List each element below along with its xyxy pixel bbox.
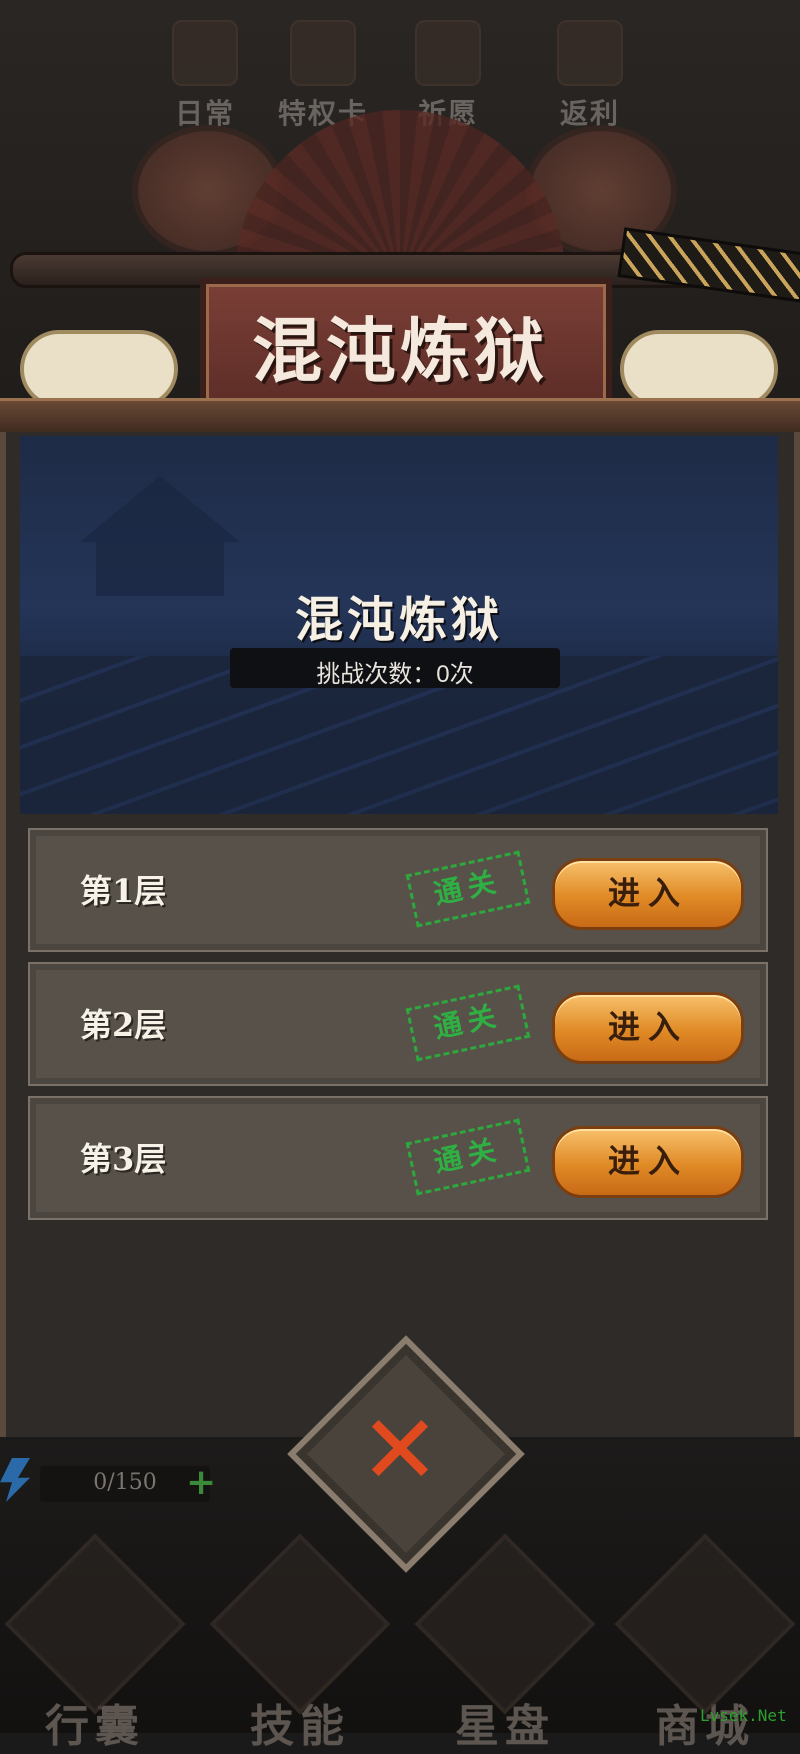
star-chart-icon [414, 1533, 596, 1715]
stage-title: 混沌炼狱 [294, 592, 503, 648]
cleared-stamp: 通关 [405, 984, 531, 1062]
scroll-icon [172, 20, 238, 86]
bag-icon [4, 1533, 186, 1715]
treasure-chest-icon [557, 20, 623, 86]
tab-daily[interactable]: 日常 [155, 20, 255, 130]
nav-skills[interactable]: 技能 [205, 1533, 395, 1752]
castle-silhouette [80, 476, 240, 596]
add-energy-button[interactable]: + [186, 1462, 216, 1503]
floor-row: 第2层 通关 进入 [28, 962, 768, 1086]
enter-button[interactable]: 进入 [552, 1126, 744, 1198]
card-icon [290, 20, 356, 86]
close-button[interactable]: ✕ [330, 1380, 470, 1520]
shrine-icon [415, 20, 481, 86]
floor-label: 第2层 [80, 1006, 167, 1044]
energy-value: 0/150 [93, 1470, 157, 1495]
nav-star-chart[interactable]: 星盘 [410, 1533, 600, 1752]
watermark: Lvsek.Net [700, 1706, 787, 1725]
cloud-decoration-right [620, 330, 778, 408]
tab-privilege-card[interactable]: 特权卡 [273, 20, 373, 130]
cleared-stamp: 通关 [405, 1118, 531, 1196]
cleared-stamp: 通关 [405, 850, 531, 928]
skills-icon [209, 1533, 391, 1715]
nav-bag[interactable]: 行囊 [0, 1533, 190, 1752]
banner-title: 混沌炼狱 [252, 309, 548, 392]
challenge-count: 挑战次数：0次 [316, 661, 474, 688]
floor-label: 第3层 [80, 1140, 167, 1178]
floor-row: 第1层 通关 进入 [28, 828, 768, 952]
enter-button[interactable]: 进入 [552, 992, 744, 1064]
tab-rebate[interactable]: 返利 [540, 20, 640, 130]
cloud-decoration-left [20, 330, 178, 408]
enter-button[interactable]: 进入 [552, 858, 744, 930]
floor-label: 第1层 [80, 872, 167, 910]
shop-icon [614, 1533, 796, 1715]
floor-row: 第3层 通关 进入 [28, 1096, 768, 1220]
